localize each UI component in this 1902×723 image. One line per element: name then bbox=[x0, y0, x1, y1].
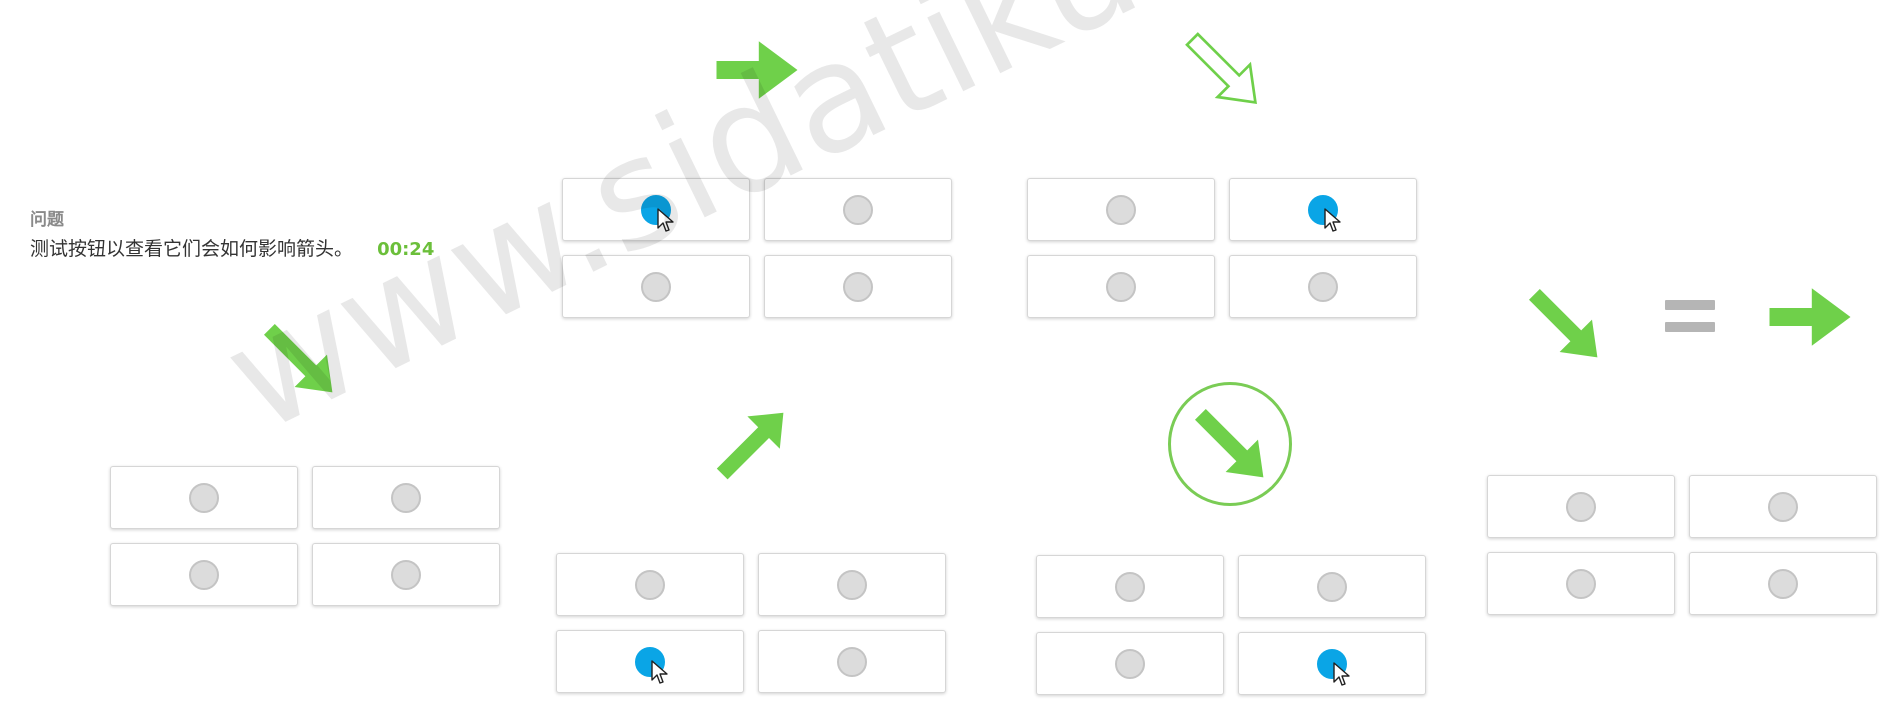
toggle-button[interactable] bbox=[562, 178, 750, 241]
knob-icon bbox=[641, 271, 671, 302]
arrow-down-right-icon bbox=[1529, 289, 1598, 358]
knob-icon bbox=[1115, 571, 1145, 602]
button-panel-4 bbox=[1027, 178, 1432, 324]
toggle-button[interactable] bbox=[1689, 552, 1877, 615]
button-panel-6 bbox=[1487, 475, 1892, 621]
toggle-button[interactable] bbox=[110, 543, 298, 606]
knob-icon bbox=[843, 271, 873, 302]
toggle-button[interactable] bbox=[758, 553, 946, 616]
toggle-button[interactable] bbox=[758, 630, 946, 693]
knob-icon bbox=[837, 646, 867, 677]
toggle-button[interactable] bbox=[764, 255, 952, 318]
question-block: 问题 测试按钮以查看它们会如何影响箭头。 00:24 bbox=[30, 205, 434, 261]
toggle-button[interactable] bbox=[1027, 178, 1215, 241]
timer: 00:24 bbox=[377, 239, 435, 260]
knob-icon bbox=[635, 646, 665, 677]
knob-icon bbox=[391, 482, 421, 513]
question-label: 问题 bbox=[30, 210, 64, 230]
knob-icon bbox=[1317, 571, 1347, 602]
knob-icon bbox=[1566, 568, 1596, 599]
toggle-button[interactable] bbox=[764, 178, 952, 241]
arrow-down-right-icon bbox=[1195, 409, 1264, 478]
toggle-button[interactable] bbox=[1036, 555, 1224, 618]
button-panel-3 bbox=[556, 553, 961, 699]
arrow-up-right-icon bbox=[716, 412, 784, 480]
toggle-button[interactable] bbox=[312, 466, 500, 529]
knob-icon bbox=[1308, 271, 1338, 302]
toggle-button[interactable] bbox=[1487, 475, 1675, 538]
knob-icon bbox=[1115, 648, 1145, 679]
toggle-button[interactable] bbox=[556, 630, 744, 693]
knob-icon bbox=[641, 194, 671, 225]
question-text: 测试按钮以查看它们会如何影响箭头。 bbox=[30, 238, 354, 260]
knob-icon bbox=[635, 569, 665, 600]
knob-icon bbox=[1106, 271, 1136, 302]
knob-icon bbox=[1308, 194, 1338, 225]
outline-arrow-down-right-icon bbox=[1185, 32, 1257, 104]
knob-icon bbox=[1768, 491, 1798, 522]
toggle-button[interactable] bbox=[1027, 255, 1215, 318]
arrow-down-right-icon bbox=[264, 324, 333, 393]
knob-icon bbox=[1768, 568, 1798, 599]
toggle-button[interactable] bbox=[1229, 178, 1417, 241]
toggle-button[interactable] bbox=[556, 553, 744, 616]
toggle-button[interactable] bbox=[312, 543, 500, 606]
equals-icon bbox=[1665, 298, 1715, 334]
button-panel-5 bbox=[1036, 555, 1441, 701]
knob-icon bbox=[1566, 491, 1596, 522]
button-panel-1 bbox=[110, 466, 515, 612]
button-panel-2 bbox=[562, 178, 967, 324]
toggle-button[interactable] bbox=[1229, 255, 1417, 318]
toggle-button[interactable] bbox=[1689, 475, 1877, 538]
knob-icon bbox=[837, 569, 867, 600]
toggle-button[interactable] bbox=[1238, 632, 1426, 695]
knob-icon bbox=[843, 194, 873, 225]
question-row: 测试按钮以查看它们会如何影响箭头。 00:24 bbox=[30, 234, 434, 261]
toggle-button[interactable] bbox=[1036, 632, 1224, 695]
toggle-button[interactable] bbox=[1238, 555, 1426, 618]
knob-icon bbox=[1317, 648, 1347, 679]
knob-icon bbox=[189, 559, 219, 590]
toggle-button[interactable] bbox=[110, 466, 298, 529]
toggle-button[interactable] bbox=[1487, 552, 1675, 615]
arrow-right-icon bbox=[1769, 288, 1851, 346]
knob-icon bbox=[391, 559, 421, 590]
toggle-button[interactable] bbox=[562, 255, 750, 318]
knob-icon bbox=[189, 482, 219, 513]
knob-icon bbox=[1106, 194, 1136, 225]
arrow-right-icon bbox=[716, 41, 798, 99]
